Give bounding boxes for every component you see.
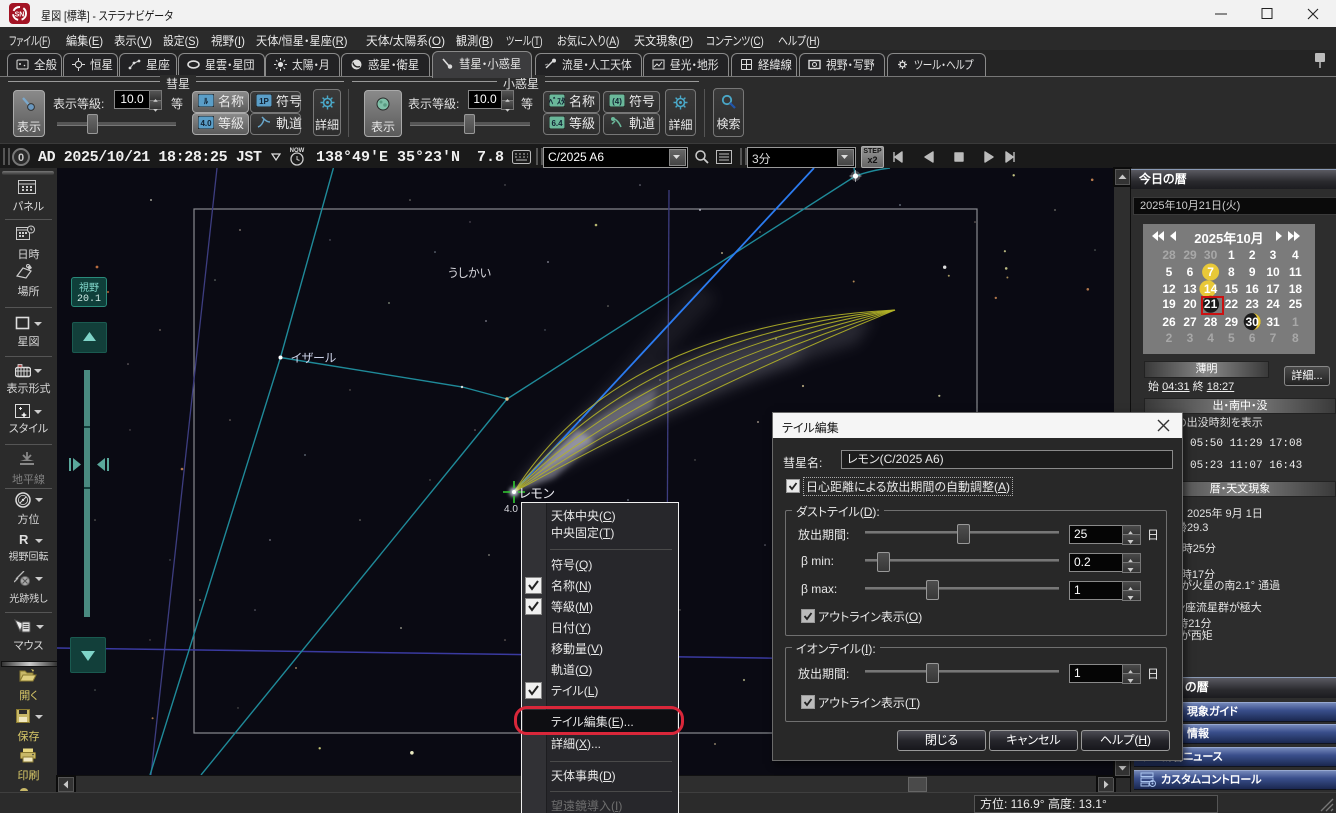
svg-text:ﾍﾞｽﾀ: ﾍﾞｽﾀ: [549, 96, 565, 106]
svg-text:1P: 1P: [259, 97, 269, 106]
svg-text:イザール: イザール: [291, 351, 336, 365]
svg-text:4.0: 4.0: [504, 504, 518, 515]
svg-text:6.4: 6.4: [551, 119, 563, 128]
svg-text:SN: SN: [15, 12, 25, 19]
svg-text:4.0: 4.0: [200, 119, 212, 128]
svg-text:うしかい: うしかい: [448, 266, 492, 280]
svg-text:レモン: レモン: [519, 486, 554, 501]
svg-text:0: 0: [18, 152, 24, 164]
svg-text:(4): (4): [612, 97, 622, 106]
